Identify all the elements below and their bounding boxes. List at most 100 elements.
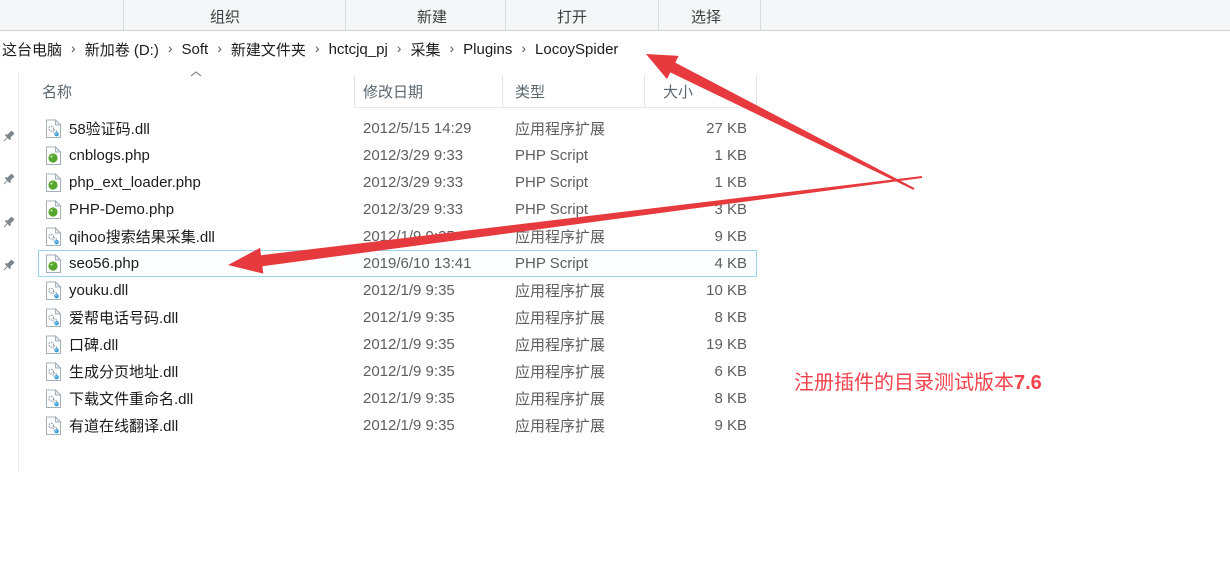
file-date: 2012/3/29 9:33	[355, 147, 503, 164]
breadcrumb-item-5[interactable]: 采集	[410, 39, 440, 60]
file-row[interactable]: youku.dll 2012/1/9 9:35 应用程序扩展 10 KB	[38, 277, 757, 304]
annotation-note-version: 7.6	[1014, 372, 1042, 394]
file-row[interactable]: 有道在线翻译.dll 2012/1/9 9:35 应用程序扩展 9 KB	[38, 412, 757, 439]
ribbon-group-new: 新建	[417, 6, 447, 27]
file-type: 应用程序扩展	[503, 307, 645, 328]
breadcrumb-item-4[interactable]: hctcjq_pj	[329, 41, 388, 58]
ribbon-group-organize: 组织	[210, 6, 240, 27]
column-header-date-label: 修改日期	[363, 84, 423, 101]
column-header-type[interactable]: 类型	[503, 75, 645, 107]
file-date: 2012/1/9 9:35	[355, 363, 503, 380]
ribbon-divider	[345, 0, 346, 30]
file-size: 9 KB	[645, 417, 757, 434]
file-size: 19 KB	[645, 336, 757, 353]
dll-file-icon	[45, 119, 62, 139]
file-type: 应用程序扩展	[503, 280, 645, 301]
file-type: 应用程序扩展	[503, 415, 645, 436]
breadcrumb-separator-icon: ›	[217, 40, 222, 56]
file-name-cell: qihoo搜索结果采集.dll	[38, 226, 355, 247]
file-size: 8 KB	[645, 390, 757, 407]
dll-file-icon	[45, 227, 62, 247]
annotation-note: 注册插件的目录测试版本7.6	[794, 366, 1042, 395]
file-list: 名称 修改日期 类型 大小	[38, 75, 757, 439]
column-header-date[interactable]: 修改日期	[355, 75, 503, 107]
file-size: 9 KB	[645, 228, 757, 245]
file-row[interactable]: php_ext_loader.php 2012/3/29 9:33 PHP Sc…	[38, 169, 757, 196]
file-row[interactable]: 口碑.dll 2012/1/9 9:35 应用程序扩展 19 KB	[38, 331, 757, 358]
pinned-item-pin-icon	[1, 172, 16, 187]
column-header-size[interactable]: 大小	[645, 75, 757, 107]
file-type: 应用程序扩展	[503, 388, 645, 409]
list-header: 名称 修改日期 类型 大小	[38, 75, 757, 107]
file-row[interactable]: 生成分页地址.dll 2012/1/9 9:35 应用程序扩展 6 KB	[38, 358, 757, 385]
breadcrumb-item-6[interactable]: Plugins	[463, 41, 512, 58]
file-name-cell: 58验证码.dll	[38, 118, 355, 139]
breadcrumb-separator-icon: ›	[397, 40, 402, 56]
file-date: 2012/1/9 9:35	[355, 309, 503, 326]
column-header-name[interactable]: 名称	[38, 75, 355, 107]
file-type: PHP Script	[503, 201, 645, 218]
file-name: 口碑.dll	[69, 334, 118, 355]
file-date: 2012/1/9 9:35	[355, 336, 503, 353]
file-date: 2012/3/29 9:33	[355, 174, 503, 191]
file-rows: 58验证码.dll 2012/5/15 14:29 应用程序扩展 27 KB	[38, 115, 757, 439]
dll-file-icon	[45, 389, 62, 409]
php-file-icon	[45, 254, 62, 274]
dll-file-icon	[45, 335, 62, 355]
header-underline	[355, 107, 757, 108]
column-header-size-label: 大小	[663, 84, 693, 101]
breadcrumb: 这台电脑 › 新加卷 (D:) › Soft › 新建文件夹 › hctcjq_pj › 采集 › Pl…	[0, 31, 1230, 67]
file-name: 下载文件重命名.dll	[69, 388, 193, 409]
file-date: 2012/1/9 9:35	[355, 228, 503, 245]
file-name: seo56.php	[69, 255, 139, 272]
column-header-name-label: 名称	[42, 84, 72, 101]
file-name: PHP-Demo.php	[69, 201, 174, 218]
breadcrumb-item-2[interactable]: Soft	[182, 41, 209, 58]
ribbon-divider	[505, 0, 506, 30]
pinned-item-pin-icon	[1, 129, 16, 144]
breadcrumb-separator-icon: ›	[71, 40, 76, 56]
file-type: PHP Script	[503, 174, 645, 191]
file-row[interactable]: cnblogs.php 2012/3/29 9:33 PHP Script 1 …	[38, 142, 757, 169]
breadcrumb-separator-icon: ›	[168, 40, 173, 56]
file-row[interactable]: 58验证码.dll 2012/5/15 14:29 应用程序扩展 27 KB	[38, 115, 757, 142]
file-size: 6 KB	[645, 363, 757, 380]
file-date: 2012/1/9 9:35	[355, 390, 503, 407]
ribbon-divider	[658, 0, 659, 30]
ribbon-divider	[760, 0, 761, 30]
file-name: php_ext_loader.php	[69, 174, 201, 191]
ribbon-group-select: 选择	[691, 6, 721, 27]
file-date: 2019/6/10 13:41	[355, 255, 503, 272]
breadcrumb-item-1[interactable]: 新加卷 (D:)	[85, 39, 159, 60]
file-type: PHP Script	[503, 147, 645, 164]
breadcrumb-item-0[interactable]: 这台电脑	[2, 39, 62, 60]
breadcrumb-item-3[interactable]: 新建文件夹	[231, 39, 306, 60]
file-name: cnblogs.php	[69, 147, 150, 164]
file-row[interactable]: 下载文件重命名.dll 2012/1/9 9:35 应用程序扩展 8 KB	[38, 385, 757, 412]
file-date: 2012/5/15 14:29	[355, 120, 503, 137]
file-name: youku.dll	[69, 282, 128, 299]
file-size: 8 KB	[645, 309, 757, 326]
dll-file-icon	[45, 362, 62, 382]
file-size: 1 KB	[645, 147, 757, 164]
breadcrumb-separator-icon: ›	[521, 40, 526, 56]
breadcrumb-separator-icon: ›	[449, 40, 454, 56]
nav-pane-divider	[18, 72, 19, 472]
file-row[interactable]: PHP-Demo.php 2012/3/29 9:33 PHP Script 3…	[38, 196, 757, 223]
dll-file-icon	[45, 308, 62, 328]
file-size: 3 KB	[645, 201, 757, 218]
file-name-cell: 口碑.dll	[38, 334, 355, 355]
file-row[interactable]: qihoo搜索结果采集.dll 2012/1/9 9:35 应用程序扩展 9 K…	[38, 223, 757, 250]
annotation-note-text: 注册插件的目录测试版本	[794, 372, 1014, 394]
file-name-cell: cnblogs.php	[38, 146, 355, 166]
dll-file-icon	[45, 281, 62, 301]
file-size: 1 KB	[645, 174, 757, 191]
file-date: 2012/3/29 9:33	[355, 201, 503, 218]
breadcrumb-item-7[interactable]: LocoySpider	[535, 41, 618, 58]
file-row[interactable]: 爱帮电话号码.dll 2012/1/9 9:35 应用程序扩展 8 KB	[38, 304, 757, 331]
file-date: 2012/1/9 9:35	[355, 417, 503, 434]
file-type: 应用程序扩展	[503, 361, 645, 382]
pinned-item-pin-icon	[1, 258, 16, 273]
file-row[interactable]: seo56.php 2019/6/10 13:41 PHP Script 4 K…	[38, 250, 757, 277]
file-size: 4 KB	[645, 255, 757, 272]
